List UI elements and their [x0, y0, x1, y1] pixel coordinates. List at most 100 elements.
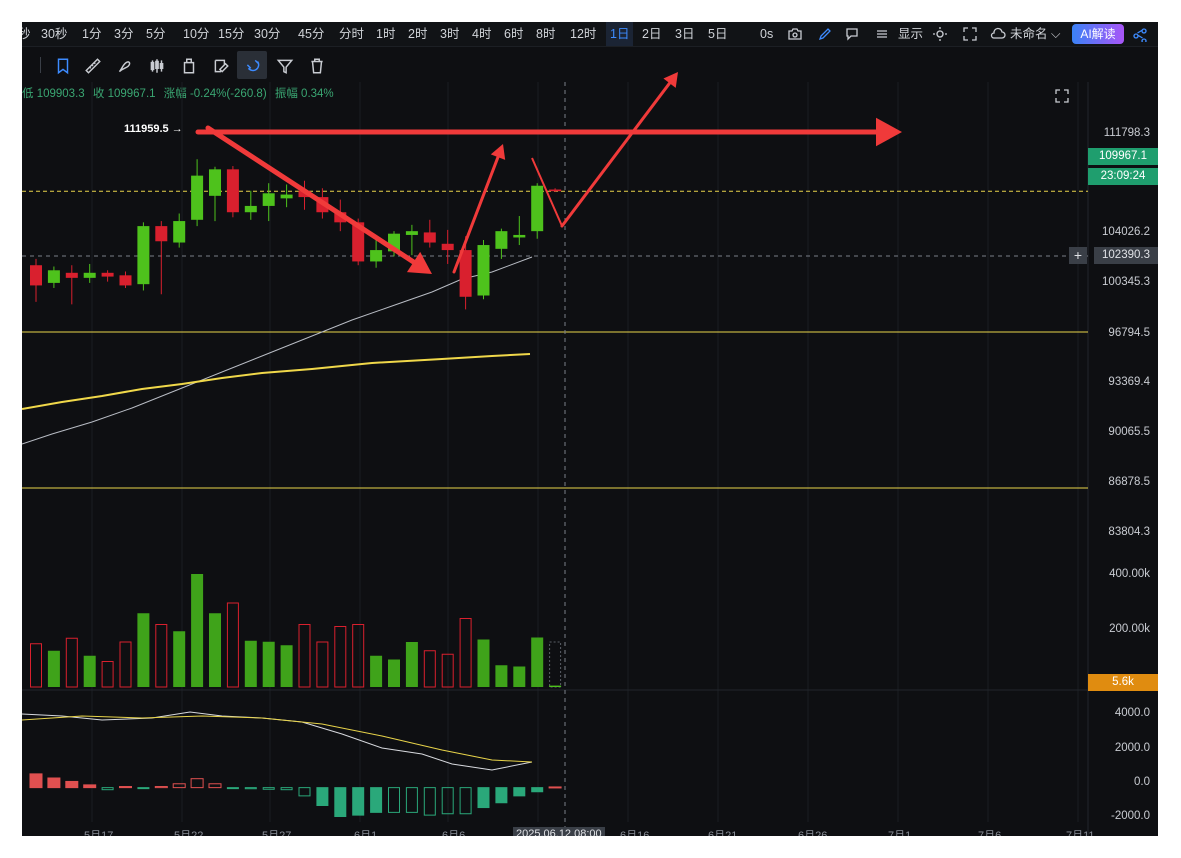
candle-body[interactable]	[459, 250, 472, 297]
date-axis-label: 5月17	[84, 830, 114, 836]
macd-bar	[244, 787, 257, 790]
volume-bars	[30, 574, 562, 688]
macd-bar	[370, 787, 383, 813]
volume-bar	[155, 624, 168, 688]
expand-chart-icon[interactable]	[1054, 88, 1070, 104]
volume-bar	[173, 631, 186, 687]
price-chart-canvas[interactable]	[22, 22, 1158, 836]
date-axis-label: 6月6	[442, 830, 466, 836]
candle-body[interactable]	[370, 250, 383, 262]
date-axis-label: 7月1	[888, 830, 912, 836]
volume-bar	[549, 685, 562, 687]
candle-body[interactable]	[477, 245, 490, 296]
macd-axis-label: 0.0	[1134, 776, 1150, 788]
candle-body[interactable]	[191, 175, 204, 220]
price-axis-label: 104026.2	[1102, 226, 1150, 238]
volume-axis-label: 400.00k	[1109, 568, 1150, 580]
macd-bar	[459, 787, 472, 815]
volume-bar	[280, 645, 293, 687]
macd-bar	[388, 787, 400, 813]
macd-dea-line	[22, 715, 533, 763]
candle-body[interactable]	[405, 231, 418, 235]
volume-bar	[388, 659, 400, 687]
candle-body[interactable]	[495, 231, 508, 249]
candle-body[interactable]	[101, 272, 114, 277]
candle-body[interactable]	[65, 272, 78, 278]
macd-bar	[47, 777, 61, 789]
macd-bar	[137, 787, 150, 790]
price-axis-label: 93369.4	[1108, 376, 1150, 388]
volume-bar	[209, 613, 221, 687]
candle-body[interactable]	[549, 189, 562, 192]
candle-body[interactable]	[513, 234, 526, 238]
arrow-rebound-shaft[interactable]	[452, 155, 500, 274]
candle-body[interactable]	[119, 275, 132, 286]
macd-axis-label: -2000.0	[1110, 810, 1150, 822]
date-axis-label: 5月22	[174, 830, 204, 836]
candle-body[interactable]	[244, 205, 257, 213]
volume-bar	[119, 641, 132, 688]
crosshair-price-tag: 102390.3	[1094, 247, 1158, 264]
macd-bar	[190, 778, 204, 789]
price-axis-label: 111798.3	[1103, 127, 1150, 139]
drawing-annotations	[195, 72, 902, 274]
candle-body[interactable]	[155, 226, 168, 242]
candle-body[interactable]	[30, 265, 42, 286]
candle-body[interactable]	[262, 193, 275, 206]
macd-bar	[334, 787, 347, 817]
macd-bar	[154, 786, 168, 789]
macd-bar	[531, 787, 544, 793]
macd-bar	[83, 784, 97, 789]
volume-bar	[137, 613, 150, 687]
macd-axis-label: 2000.0	[1114, 742, 1150, 754]
candle-body[interactable]	[441, 243, 454, 251]
macd-bar	[352, 787, 365, 816]
date-axis-label: 6月26	[798, 830, 828, 836]
volume-bar	[531, 637, 544, 687]
volume-bar	[83, 655, 96, 687]
date-axis-label: 5月27	[262, 830, 292, 836]
macd-bar	[226, 787, 239, 790]
macd-bar	[172, 783, 186, 789]
volume-bar-forming	[549, 641, 562, 688]
candle-body[interactable]	[226, 169, 239, 213]
volume-bar	[513, 666, 526, 687]
candle-body[interactable]	[83, 272, 96, 278]
price-axis-label: 96794.5	[1108, 327, 1150, 339]
candle-body[interactable]	[423, 232, 436, 243]
macd-bar	[262, 787, 275, 790]
volume-bar	[495, 665, 508, 687]
volume-bar	[477, 639, 490, 687]
macd-bar	[316, 787, 329, 806]
current-price-tag: 109967.1	[1088, 148, 1158, 165]
volume-bar	[65, 637, 78, 688]
macd-dif-line	[22, 711, 533, 771]
macd-bar	[548, 786, 562, 789]
high-price-marker: 111959.5 →	[124, 123, 183, 135]
crosshair-add-icon[interactable]: +	[1069, 247, 1087, 264]
macd-bar	[298, 787, 311, 797]
macd-bar	[423, 787, 436, 816]
volume-bar	[370, 655, 383, 687]
candle-body[interactable]	[137, 226, 150, 285]
macd-bar	[119, 786, 132, 789]
candle-body[interactable]	[173, 221, 186, 243]
arrow-breakout-shaft[interactable]	[560, 81, 672, 228]
volume-bar	[101, 661, 114, 688]
candle-body[interactable]	[47, 270, 60, 283]
price-axis-label: 86878.5	[1108, 476, 1150, 488]
volume-bar	[423, 650, 436, 688]
volume-bar	[226, 602, 239, 688]
volume-bar	[352, 624, 365, 688]
candle-body[interactable]	[531, 185, 544, 232]
volume-bar	[459, 618, 472, 688]
candle-body[interactable]	[280, 194, 293, 199]
volume-bar	[30, 643, 42, 688]
arrow-breakout-head[interactable]	[663, 72, 678, 88]
volume-bar	[47, 650, 60, 687]
candle-body[interactable]	[209, 169, 221, 196]
volume-axis-label: 200.00k	[1109, 623, 1150, 635]
macd-bar	[65, 780, 79, 789]
macd-bar	[101, 787, 114, 791]
ma-line-white	[22, 256, 533, 445]
